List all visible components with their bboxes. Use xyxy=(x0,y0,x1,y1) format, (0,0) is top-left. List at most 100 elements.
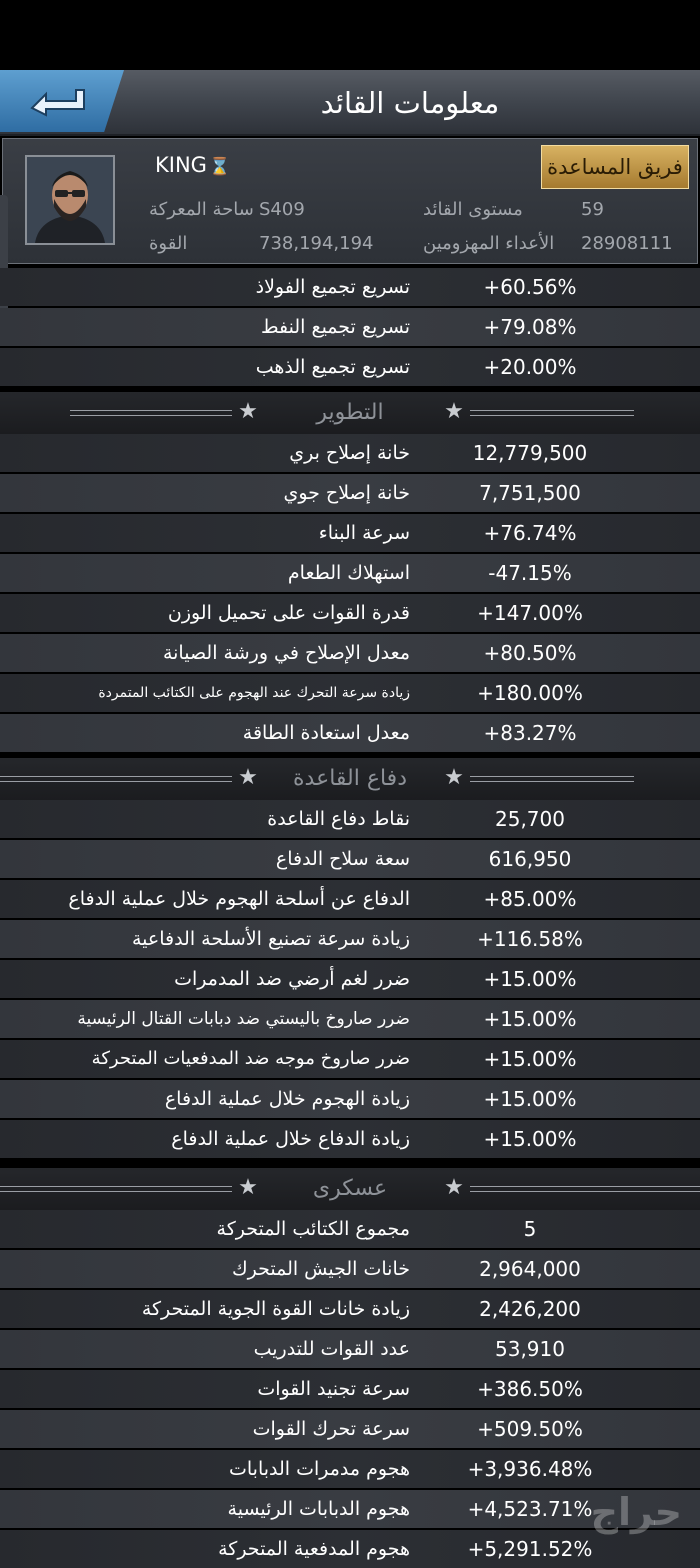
stat-value: +76.74% xyxy=(483,521,577,545)
stat-value: +147.00% xyxy=(477,601,583,625)
stat-label: ضرر صاروخ باليستي ضد دبابات القتال الرئي… xyxy=(77,1009,410,1029)
battlefield-label: ساحة المعركة xyxy=(149,199,254,220)
section-header-military: ★ عسكرى ★ xyxy=(0,1168,700,1210)
stat-row: مجموع الكتائب المتحركة 5 xyxy=(0,1210,700,1248)
stat-label: هجوم المدفعية المتحركة xyxy=(218,1538,410,1560)
power-label: القوة xyxy=(149,233,188,254)
stat-label: زيادة سرعة تصنيع الأسلحة الدفاعية xyxy=(131,928,410,950)
stat-label: سرعة تجنيد القوات xyxy=(257,1378,410,1400)
stat-value: +3,936.48% xyxy=(467,1457,593,1481)
stat-row: تسريع تجميع الفولاذ +60.56% xyxy=(0,268,700,306)
stat-row: معدل الإصلاح في ورشة الصيانة +80.50% xyxy=(0,634,700,672)
stat-value: 53,910 xyxy=(495,1337,565,1361)
stat-label: زيادة الهجوم خلال عملية الدفاع xyxy=(164,1088,410,1110)
section-title: التطوير xyxy=(316,400,384,425)
stat-label: زيادة سرعة التحرك عند الهجوم على الكتائب… xyxy=(98,685,410,701)
divider-line xyxy=(470,410,634,416)
stat-row: هجوم مدمرات الدبابات +3,936.48% xyxy=(0,1450,700,1488)
stat-value: +15.00% xyxy=(483,1007,577,1031)
stat-label: نقاط دفاع القاعدة xyxy=(267,808,410,830)
star-icon: ★ xyxy=(444,399,464,424)
avatar[interactable] xyxy=(25,155,115,245)
stat-row: تسريع تجميع النفط +79.08% xyxy=(0,308,700,346)
stat-label: سرعة البناء xyxy=(318,522,410,544)
stat-value: +79.08% xyxy=(483,315,577,339)
stat-label: قدرة القوات على تحميل الوزن xyxy=(167,602,410,624)
haraj-watermark: حراج xyxy=(590,1490,682,1534)
hourglass-icon: ⌛ xyxy=(208,157,231,177)
stat-value: -47.15% xyxy=(488,561,572,585)
stat-row: زيادة الدفاع خلال عملية الدفاع +15.00% xyxy=(0,1120,700,1158)
level-label: مستوى القائد xyxy=(423,199,523,220)
divider-line xyxy=(470,1186,700,1192)
stat-value: 5 xyxy=(523,1217,537,1241)
stat-label: هجوم مدمرات الدبابات xyxy=(228,1458,410,1480)
stat-label: مجموع الكتائب المتحركة xyxy=(216,1218,410,1240)
stat-value: +80.50% xyxy=(483,641,577,665)
stat-label: تسريع تجميع الذهب xyxy=(255,356,410,378)
stat-label: خانات الجيش المتحرك xyxy=(231,1258,410,1280)
stat-value: +15.00% xyxy=(483,1087,577,1111)
star-icon: ★ xyxy=(444,1175,464,1200)
defeated-label: الأعداء المهزومين xyxy=(423,233,555,254)
stat-value: +509.50% xyxy=(477,1417,583,1441)
stat-label: خانة إصلاح جوي xyxy=(283,482,410,504)
stat-row: زيادة سرعة تصنيع الأسلحة الدفاعية +116.58… xyxy=(0,920,700,958)
stat-row: نقاط دفاع القاعدة 25,700 xyxy=(0,800,700,838)
stat-row: خانة إصلاح بري 12,779,500 xyxy=(0,434,700,472)
stat-row: زيادة الهجوم خلال عملية الدفاع +15.00% xyxy=(0,1080,700,1118)
assist-team-button[interactable]: فريق المساعدة xyxy=(541,145,689,189)
stat-value: +15.00% xyxy=(483,1127,577,1151)
section-title: عسكرى xyxy=(312,1176,388,1201)
stat-row: الدفاع عن أسلحة الهجوم خلال عملية الدفاع… xyxy=(0,880,700,918)
stat-label: عدد القوات للتدريب xyxy=(253,1338,410,1360)
divider-line xyxy=(0,1186,232,1192)
battlefield-value: S409 xyxy=(259,199,305,220)
stat-value: +116.58% xyxy=(477,927,583,951)
stat-value: +20.00% xyxy=(483,355,577,379)
stat-row: قدرة القوات على تحميل الوزن +147.00% xyxy=(0,594,700,632)
stat-row: ضرر صاروخ موجه ضد المدفعيات المتحركة +15.… xyxy=(0,1040,700,1078)
stat-row: خانة إصلاح جوي 7,751,500 xyxy=(0,474,700,512)
stat-label: معدل استعادة الطاقة xyxy=(242,722,410,744)
stat-label: ضرر لغم أرضي ضد المدمرات xyxy=(174,968,410,990)
status-bar-area xyxy=(0,0,700,70)
stat-label: ضرر صاروخ موجه ضد المدفعيات المتحركة xyxy=(91,1048,410,1069)
stat-value: 7,751,500 xyxy=(479,481,581,505)
stat-value: +386.50% xyxy=(477,1377,583,1401)
stat-row: استهلاك الطعام -47.15% xyxy=(0,554,700,592)
stat-value: +60.56% xyxy=(483,275,577,299)
section-header-development: ★ التطوير ★ xyxy=(0,392,700,434)
stat-label: زيادة الدفاع خلال عملية الدفاع xyxy=(171,1128,410,1150)
stat-row: هجوم المدفعية المتحركة +5,291.52% xyxy=(0,1530,700,1568)
stat-row: سعة سلاح الدفاع 616,950 xyxy=(0,840,700,878)
stat-label: تسريع تجميع النفط xyxy=(260,316,410,338)
page-title: معلومات القائد xyxy=(320,86,500,120)
commander-portrait-icon xyxy=(27,157,113,243)
stat-row: سرعة البناء +76.74% xyxy=(0,514,700,552)
stat-row: ضرر صاروخ باليستي ضد دبابات القتال الرئي… xyxy=(0,1000,700,1038)
section-title: دفاع القاعدة xyxy=(293,766,407,791)
stat-row: تسريع تجميع الذهب +20.00% xyxy=(0,348,700,386)
stat-row: ضرر لغم أرضي ضد المدمرات +15.00% xyxy=(0,960,700,998)
star-icon: ★ xyxy=(444,765,464,790)
stat-label: زيادة خانات القوة الجوية المتحركة xyxy=(141,1298,410,1320)
stat-value: 616,950 xyxy=(488,847,572,871)
stat-row: زيادة خانات القوة الجوية المتحركة 2,426,2… xyxy=(0,1290,700,1328)
stat-label: هجوم الدبابات الرئيسية xyxy=(227,1498,410,1520)
stat-label: معدل الإصلاح في ورشة الصيانة xyxy=(162,642,410,664)
stat-value: 2,964,000 xyxy=(479,1257,581,1281)
stat-value: +15.00% xyxy=(483,1047,577,1071)
back-arrow-icon xyxy=(30,89,85,117)
level-value: 59 xyxy=(581,199,604,220)
stat-value: +85.00% xyxy=(483,887,577,911)
stat-label: سعة سلاح الدفاع xyxy=(275,848,410,870)
stat-label: خانة إصلاح بري xyxy=(289,442,410,464)
stat-label: الدفاع عن أسلحة الهجوم خلال عملية الدفاع xyxy=(68,888,410,910)
stat-row: عدد القوات للتدريب 53,910 xyxy=(0,1330,700,1368)
player-name-row: KING ⌛ xyxy=(155,153,230,177)
stat-label: استهلاك الطعام xyxy=(287,562,410,584)
stat-value: +180.00% xyxy=(477,681,583,705)
back-button[interactable] xyxy=(0,70,124,132)
stat-value: +5,291.52% xyxy=(467,1537,593,1561)
